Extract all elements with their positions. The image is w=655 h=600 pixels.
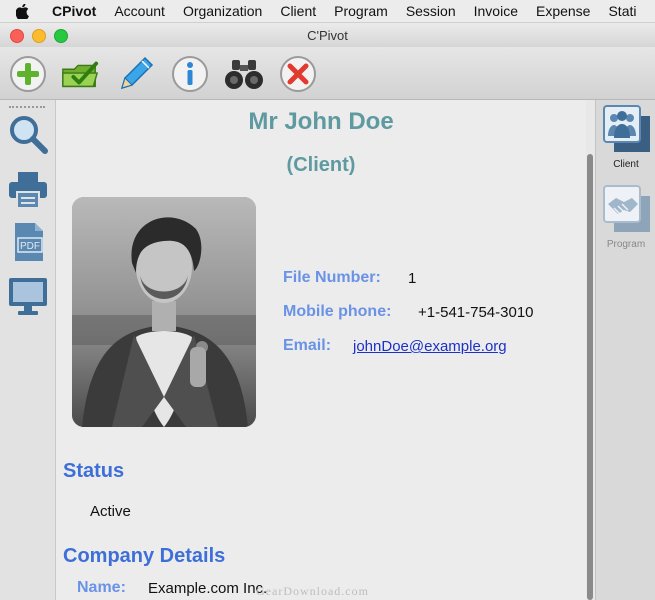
search-button[interactable] xyxy=(6,112,50,156)
info-button[interactable] xyxy=(170,54,210,94)
company-name-value: Example.com Inc. xyxy=(148,580,268,597)
menu-statistics[interactable]: Stati xyxy=(608,3,636,19)
watermark: GearDownload.com xyxy=(256,584,369,598)
email-label: Email: xyxy=(283,337,332,354)
pdf-icon-label: PDF xyxy=(20,241,40,252)
client-detail-panel: Mr John Doe (Client) File Number: 1 Mobi… xyxy=(56,100,586,600)
mobile-phone-value: +1-541-754-3010 xyxy=(418,304,534,321)
menu-program[interactable]: Program xyxy=(334,3,388,19)
delete-button[interactable] xyxy=(278,54,318,94)
printer-icon xyxy=(9,172,47,209)
open-button[interactable] xyxy=(60,54,100,94)
handshake-icon xyxy=(603,185,650,232)
x-circle-icon xyxy=(280,56,316,92)
client-photo xyxy=(72,197,256,427)
binoculars-icon xyxy=(225,60,263,89)
minimize-window-button[interactable] xyxy=(32,29,46,43)
status-value: Active xyxy=(90,503,131,520)
nav-client[interactable]: Client xyxy=(600,102,652,170)
plus-circle-icon xyxy=(10,56,46,92)
monitor-icon xyxy=(9,278,47,315)
pdf-button[interactable]: PDF xyxy=(6,220,50,264)
info-icon xyxy=(172,56,208,92)
print-button[interactable] xyxy=(6,168,50,212)
status-heading: Status xyxy=(63,460,125,482)
left-sidebar: PDF xyxy=(0,100,56,600)
magnifier-icon xyxy=(10,116,48,154)
screen-button[interactable] xyxy=(6,274,50,318)
nav-program-label: Program xyxy=(606,239,646,250)
file-number-label: File Number: xyxy=(283,269,381,286)
menu-organization[interactable]: Organization xyxy=(183,3,262,19)
mobile-phone-label: Mobile phone: xyxy=(283,303,392,320)
client-name: Mr John Doe xyxy=(248,108,394,135)
window-title: C'Pivot xyxy=(307,27,348,43)
company-details-heading: Company Details xyxy=(63,545,226,567)
pdf-icon: PDF xyxy=(15,223,43,261)
edit-button[interactable] xyxy=(116,54,156,94)
scrollbar-thumb[interactable] xyxy=(587,154,593,600)
window-titlebar: C'Pivot xyxy=(0,23,655,47)
people-icon xyxy=(603,105,650,152)
menu-expense[interactable]: Expense xyxy=(536,3,590,19)
toolbar xyxy=(0,47,655,100)
folder-check-icon xyxy=(62,61,99,88)
pencil-icon xyxy=(120,56,154,90)
window-controls xyxy=(10,29,68,43)
menu-bar: CPivot Account Organization Client Progr… xyxy=(0,0,655,23)
find-button[interactable] xyxy=(224,54,264,94)
client-role: (Client) xyxy=(286,154,356,176)
menu-account[interactable]: Account xyxy=(114,3,165,19)
add-button[interactable] xyxy=(8,54,48,94)
apple-icon[interactable] xyxy=(16,3,32,19)
email-link[interactable]: johnDoe@example.org xyxy=(353,338,507,355)
nav-program[interactable]: Program xyxy=(600,182,652,250)
drag-handle[interactable] xyxy=(9,106,45,108)
menu-invoice[interactable]: Invoice xyxy=(474,3,518,19)
file-number-value: 1 xyxy=(408,270,417,287)
right-sidebar: Client Program xyxy=(595,100,655,600)
zoom-window-button[interactable] xyxy=(54,29,68,43)
company-name-label: Name: xyxy=(77,579,126,596)
close-window-button[interactable] xyxy=(10,29,24,43)
vertical-scrollbar[interactable] xyxy=(586,100,595,600)
menu-session[interactable]: Session xyxy=(406,3,456,19)
nav-client-label: Client xyxy=(613,159,639,170)
menu-app-name[interactable]: CPivot xyxy=(52,3,96,19)
menu-client[interactable]: Client xyxy=(280,3,316,19)
